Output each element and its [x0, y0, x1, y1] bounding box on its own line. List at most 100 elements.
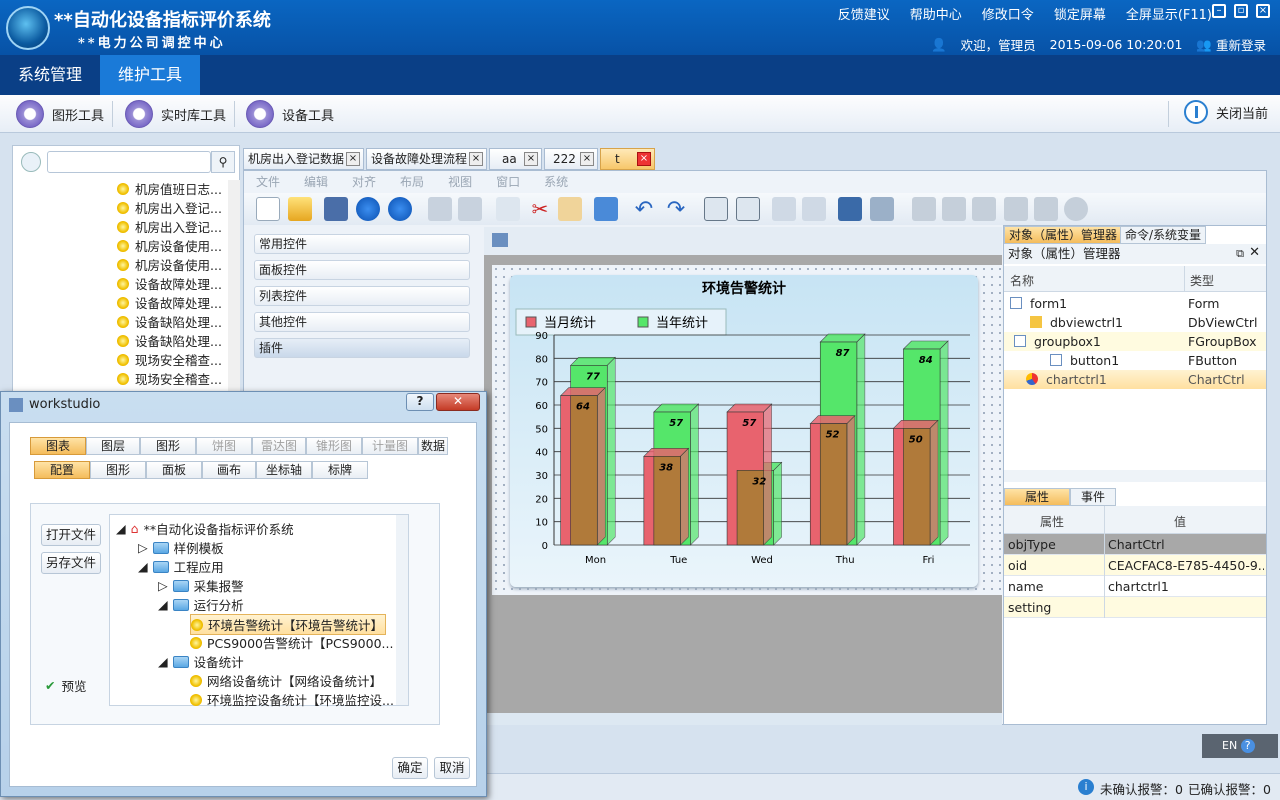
other-controls-button[interactable]: 其他控件: [254, 312, 470, 332]
tree-root[interactable]: ◢ ⌂ **自动化设备指标评价系统: [116, 519, 294, 538]
close-tab-icon[interactable]: ×: [469, 152, 483, 166]
tab-events[interactable]: 事件: [1070, 488, 1116, 506]
menu-edit[interactable]: 编辑: [304, 171, 328, 193]
tree-node-network[interactable]: 网络设备统计【网络设备统计】: [190, 671, 382, 690]
form-surface[interactable]: 环境告警统计 当月统计 当年统计 0 10 20 30 40 50 60 70 80 90 64 77 Mon…: [492, 265, 1002, 595]
close-tab-icon[interactable]: ×: [346, 152, 360, 166]
panel-controls-button[interactable]: 面板控件: [254, 260, 470, 280]
refresh-icon[interactable]: [21, 152, 41, 172]
dialog-subtab-0[interactable]: 配置: [34, 461, 90, 479]
new-icon[interactable]: [256, 197, 280, 221]
close-current-button[interactable]: 关闭当前: [1184, 100, 1268, 124]
tab-object-manager[interactable]: 对象（属性）管理器: [1004, 226, 1123, 244]
copy-layer-icon[interactable]: [428, 197, 452, 221]
align-bottom-icon[interactable]: [802, 197, 826, 221]
tree-node-analysis[interactable]: ◢ 运行分析: [158, 595, 244, 614]
property-row[interactable]: name chartctrl1: [1004, 576, 1266, 597]
object-row[interactable]: dbviewctrl1 DbViewCtrl: [1004, 313, 1266, 332]
menu-window[interactable]: 窗口: [496, 171, 520, 193]
list-controls-button[interactable]: 列表控件: [254, 286, 470, 306]
open-file-button[interactable]: 打开文件: [41, 524, 101, 546]
plugin-icon[interactable]: [594, 197, 618, 221]
dialog-subtab-4[interactable]: 坐标轴: [256, 461, 312, 479]
dialog-subtab-2[interactable]: 面板: [146, 461, 202, 479]
open-folder-icon[interactable]: [288, 197, 312, 221]
plugins-button[interactable]: 插件: [254, 338, 470, 358]
dialog-tab-7[interactable]: 数据: [418, 437, 448, 455]
tree-item[interactable]: 机房设备使用...: [117, 236, 222, 255]
close-panel-icon[interactable]: ✕: [1249, 245, 1260, 260]
cancel-button[interactable]: 取消: [434, 757, 470, 779]
object-row[interactable]: groupbox1 FGroupBox: [1004, 332, 1266, 351]
search-icon[interactable]: ⚲: [211, 151, 235, 173]
grid-icon[interactable]: [972, 197, 996, 221]
menu-layout[interactable]: 布局: [400, 171, 424, 193]
distribute-v-icon[interactable]: [942, 197, 966, 221]
lock-screen-link[interactable]: 锁定屏幕: [1054, 4, 1106, 23]
doc-tab-aa[interactable]: aa ×: [489, 148, 542, 170]
tree-search-input[interactable]: [47, 151, 211, 173]
tab-maintenance-tools[interactable]: 维护工具: [100, 55, 201, 95]
redo-icon[interactable]: ↷: [664, 197, 688, 222]
doc-tab-t[interactable]: t ×: [600, 148, 655, 170]
dialog-subtab-5[interactable]: 标牌: [312, 461, 368, 479]
tree-node-device-stats[interactable]: ◢ 设备统计: [158, 652, 244, 671]
tree-item[interactable]: 机房出入登记...: [117, 198, 222, 217]
restore-icon[interactable]: ▫: [1234, 4, 1248, 18]
graphic-tool-button[interactable]: 图形工具: [16, 100, 104, 128]
tree-node-pcs9000[interactable]: PCS9000告警统计【PCS9000...: [190, 633, 393, 652]
canvas-hscrollbar[interactable]: [484, 713, 1002, 725]
tab-properties[interactable]: 属性: [1004, 488, 1070, 506]
doc-tab-room-registration[interactable]: 机房出入登记数据 ×: [243, 148, 364, 170]
tree-item[interactable]: 设备故障处理...: [117, 293, 222, 312]
property-row[interactable]: objType ChartCtrl: [1004, 534, 1266, 555]
menu-view[interactable]: 视图: [448, 171, 472, 193]
property-row[interactable]: oid CEACFAC8-E785-4450-9...: [1004, 555, 1266, 576]
dialog-help-button[interactable]: ?: [406, 393, 434, 411]
save-icon[interactable]: [324, 197, 348, 221]
bring-front-icon[interactable]: [838, 197, 862, 221]
dialog-tab-0[interactable]: 图表: [30, 437, 86, 455]
doc-tab-fault-process[interactable]: 设备故障处理流程 ×: [366, 148, 487, 170]
close-icon[interactable]: ×: [1256, 4, 1270, 18]
save-as-button[interactable]: 另存文件: [41, 552, 101, 574]
tree-item[interactable]: 设备故障处理...: [117, 274, 222, 293]
dialog-tab-6[interactable]: 计量图: [362, 437, 418, 455]
cut-icon[interactable]: ✂: [528, 197, 552, 221]
device-tool-button[interactable]: 设备工具: [246, 100, 334, 128]
ok-button[interactable]: 确定: [392, 757, 428, 779]
paste-icon[interactable]: [558, 197, 582, 221]
menu-file[interactable]: 文件: [256, 171, 280, 193]
dialog-tab-1[interactable]: 图层: [86, 437, 140, 455]
feedback-link[interactable]: 反馈建议: [838, 4, 890, 23]
dialog-tab-5[interactable]: 锥形图: [306, 437, 362, 455]
chart-control[interactable]: 环境告警统计 当月统计 当年统计 0 10 20 30 40 50 60 70 80 90 64 77 Mon…: [510, 275, 978, 587]
relogin-link[interactable]: 重新登录: [1216, 35, 1266, 54]
objects-hscrollbar[interactable]: [1004, 470, 1266, 482]
distribute-h-icon[interactable]: [912, 197, 936, 221]
tab-commands[interactable]: 命令/系统变量: [1120, 226, 1207, 244]
pin-icon[interactable]: ⧉: [1236, 247, 1244, 261]
tree-item[interactable]: 机房设备使用...: [117, 255, 222, 274]
tree-item[interactable]: 现场安全稽查...: [117, 369, 222, 388]
dialog-tab-4[interactable]: 雷达图: [252, 437, 306, 455]
same-height-icon[interactable]: [1034, 197, 1058, 221]
next-icon[interactable]: [388, 197, 412, 221]
tree-node-collect[interactable]: ▷ 采集报警: [158, 576, 244, 595]
change-password-link[interactable]: 修改口令: [982, 4, 1034, 23]
dialog-subtab-3[interactable]: 画布: [202, 461, 256, 479]
tree-item[interactable]: 机房出入登记...: [117, 217, 222, 236]
menu-align[interactable]: 对齐: [352, 171, 376, 193]
help-link[interactable]: 帮助中心: [910, 4, 962, 23]
menu-system[interactable]: 系统: [544, 171, 568, 193]
object-row[interactable]: chartctrl1 ChartCtrl: [1004, 370, 1266, 389]
align-center-icon[interactable]: [772, 197, 796, 221]
dialog-close-button[interactable]: ✕: [436, 393, 480, 411]
ime-indicator[interactable]: EN ?: [1202, 734, 1278, 758]
dialog-subtab-1[interactable]: 图形: [90, 461, 146, 479]
align-left-icon[interactable]: [704, 197, 728, 221]
paste-layer-icon[interactable]: [458, 197, 482, 221]
close-tab-icon[interactable]: ×: [524, 152, 538, 166]
tree-node-project[interactable]: ◢ 工程应用: [138, 557, 224, 576]
same-width-icon[interactable]: [1004, 197, 1028, 221]
